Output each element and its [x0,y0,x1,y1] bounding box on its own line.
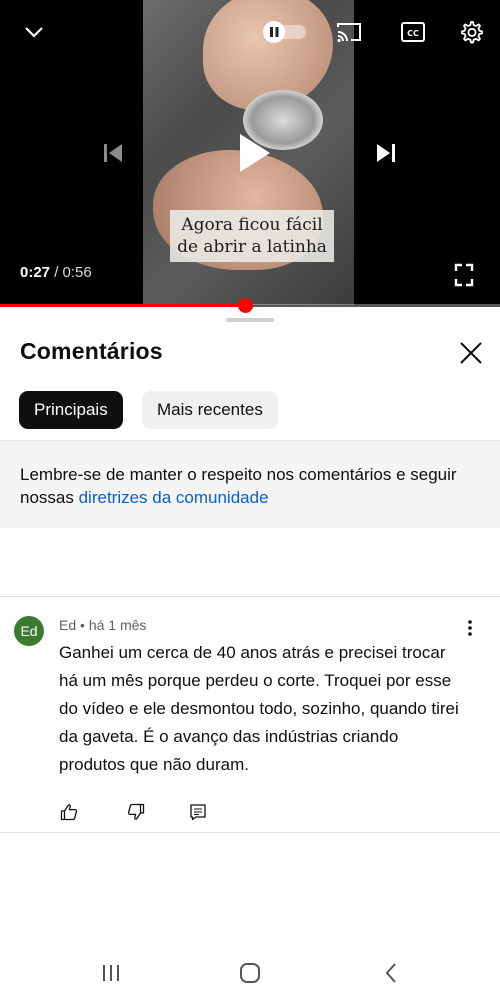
divider [0,596,500,597]
play-icon[interactable] [231,128,277,178]
comment-meta: Ed • há 1 mês [59,617,146,633]
reply-icon[interactable] [186,800,210,824]
avatar[interactable]: Ed [14,616,44,646]
comment-author[interactable]: Ed [59,617,76,633]
chip-principais[interactable]: Principais [19,391,123,429]
chip-mais-recentes[interactable]: Mais recentes [142,391,278,429]
closed-captions-icon[interactable]: CC [398,18,428,46]
comments-title: Comentários [20,338,163,364]
drag-handle[interactable] [226,318,274,322]
autoplay-toggle-icon[interactable] [262,19,308,45]
dislike-icon[interactable] [124,800,148,824]
caption-line-1: Agora ficou fácil [181,215,323,235]
meta-separator: • [76,617,89,633]
caption-line-2: de abrir a latinha [177,237,327,257]
current-time: 0:27 [20,264,51,281]
cast-icon[interactable] [334,18,364,46]
more-options-icon[interactable] [460,616,480,640]
system-navigation-bar [0,948,500,993]
fullscreen-icon[interactable] [450,261,478,289]
comment-time: há 1 mês [88,617,147,633]
video-player[interactable]: Agora ficou fácil de abrir a latinha CC [0,0,500,307]
divider [0,832,500,833]
gear-icon[interactable] [456,17,486,47]
like-icon[interactable] [57,800,81,824]
svg-text:CC: CC [407,29,419,38]
skip-previous-icon[interactable] [98,138,128,168]
scrubber-handle[interactable] [237,298,253,313]
time-separator: / [50,264,63,281]
progress-fill [0,304,245,307]
video-burned-caption: Agora ficou fácil de abrir a latinha [170,210,334,262]
community-notice: Lembre-se de manter o respeito nos comen… [0,440,500,528]
progress-bar[interactable] [0,298,500,313]
comments-sheet: Comentários Principais Mais recentes Lem… [0,308,500,948]
recent-apps-icon[interactable] [91,958,131,988]
chevron-down-icon[interactable] [20,18,48,46]
skip-next-icon[interactable] [371,138,401,168]
time-display: 0:27 / 0:56 [20,264,92,281]
home-icon[interactable] [230,958,270,988]
back-icon[interactable] [371,958,411,988]
duration: 0:56 [62,264,92,281]
comment-text: Ganhei um cerca de 40 anos atrás e preci… [59,643,459,774]
close-icon[interactable] [456,338,486,368]
guidelines-link[interactable]: diretrizes da comunidade [79,488,269,507]
